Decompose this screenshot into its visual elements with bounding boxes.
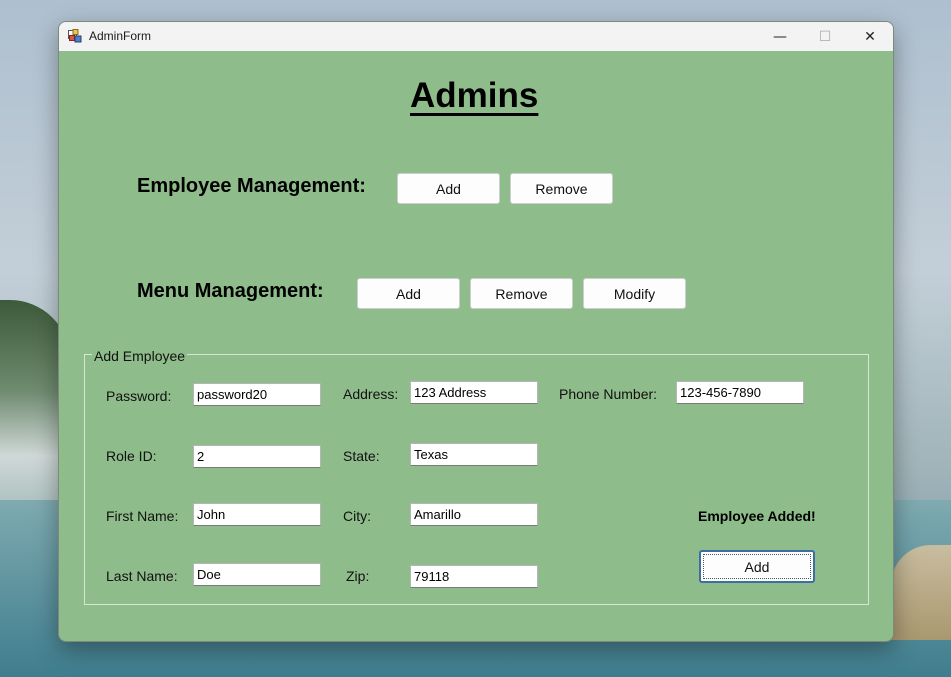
add-employee-submit-button[interactable]: Add (699, 550, 815, 583)
phone-number-field[interactable]: 123-456-7890 (676, 381, 804, 404)
state-field[interactable]: Texas (410, 443, 538, 466)
role-id-field[interactable]: 2 (193, 445, 321, 468)
state-label: State: (343, 448, 380, 464)
zip-field[interactable]: 79118 (410, 565, 538, 588)
employee-remove-button[interactable]: Remove (510, 173, 613, 204)
app-form-icon (68, 29, 82, 43)
menu-add-button[interactable]: Add (357, 278, 460, 309)
address-label: Address: (343, 386, 399, 402)
page-title: Admins (410, 76, 539, 115)
maximize-icon: ☐ (818, 28, 832, 45)
last-name-label: Last Name: (106, 568, 178, 584)
title-bar[interactable]: AdminForm — ☐ ✕ (59, 22, 893, 51)
role-id-label: Role ID: (106, 448, 157, 464)
close-icon: ✕ (864, 28, 876, 45)
employee-management-label: Employee Management: (137, 175, 366, 197)
maximize-button[interactable]: ☐ (802, 22, 848, 51)
menu-management-label: Menu Management: (137, 280, 324, 302)
phone-number-label: Phone Number: (559, 386, 658, 402)
minimize-icon: — (773, 28, 787, 45)
minimize-button[interactable]: — (757, 22, 803, 51)
menu-modify-button[interactable]: Modify (583, 278, 686, 309)
status-message: Employee Added! (698, 508, 816, 524)
admin-form-window: AdminForm — ☐ ✕ Admins Employee Manageme… (58, 21, 894, 642)
zip-label: Zip: (346, 568, 370, 584)
password-field[interactable]: password20 (193, 383, 321, 406)
city-label: City: (343, 508, 371, 524)
desktop-background-grass (891, 545, 951, 640)
menu-remove-button[interactable]: Remove (470, 278, 573, 309)
window-title: AdminForm (89, 29, 152, 43)
city-field[interactable]: Amarillo (410, 503, 538, 526)
add-employee-legend: Add Employee (92, 348, 188, 364)
address-field[interactable]: 123 Address (410, 381, 538, 404)
password-label: Password: (106, 388, 172, 404)
employee-add-button[interactable]: Add (397, 173, 500, 204)
last-name-field[interactable]: Doe (193, 563, 321, 586)
close-button[interactable]: ✕ (847, 22, 893, 51)
first-name-field[interactable]: John (193, 503, 321, 526)
first-name-label: First Name: (106, 508, 179, 524)
